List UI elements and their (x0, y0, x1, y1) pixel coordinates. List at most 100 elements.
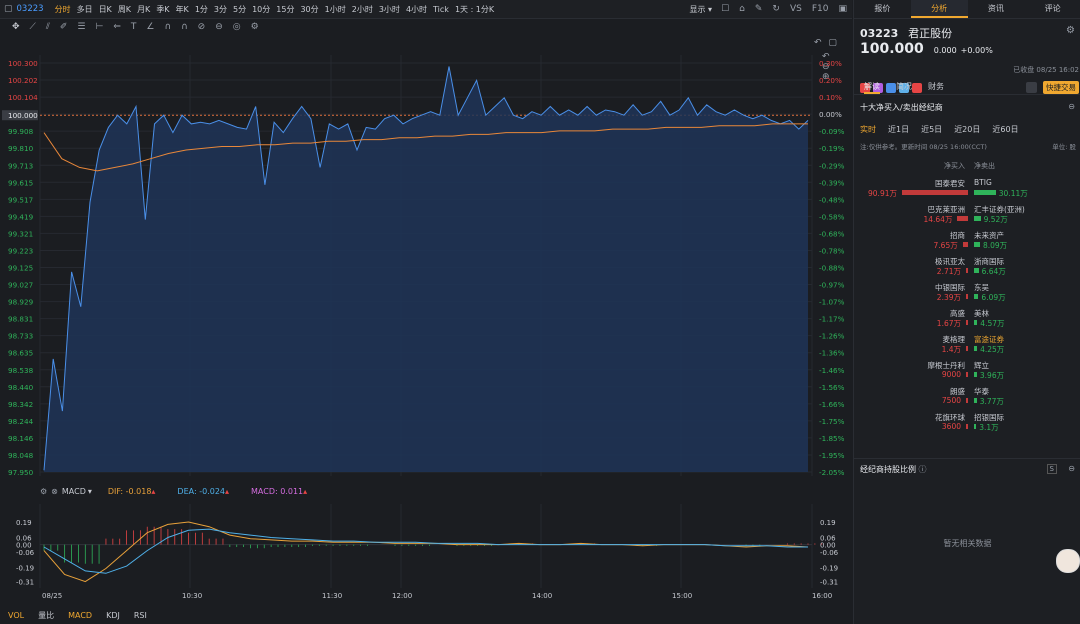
drawing-toolbar: ✥ ⟋ ⫽ ✐ ☰ ⊢ ⇐ T ∠ ∩ ∩ ⊘ ⊖ ◎ ⚙ (0, 18, 852, 36)
period-tab[interactable]: 1小时 (325, 4, 346, 15)
right-tab[interactable]: 评论 (1024, 0, 1080, 18)
buy-broker-name: 国泰君安 (935, 179, 965, 188)
intraday-chart[interactable]: 100.300 0.30% 100.202 0.20% 100.104 0.10% 100.… (0, 36, 852, 486)
indicator-tab-kdj[interactable]: KDJ (106, 611, 120, 620)
buy-bar (957, 216, 968, 221)
period-tab[interactable]: 月K (137, 4, 150, 15)
measure-tool-icon[interactable]: ⊢ (96, 22, 104, 32)
period-tab[interactable]: Tick (433, 5, 449, 14)
symbol-label[interactable]: 03223 (17, 4, 44, 14)
broker-period-tab[interactable]: 近5日 (921, 124, 942, 135)
period-tab[interactable]: 2小时 (352, 4, 373, 15)
pencil-tool-icon[interactable]: ✐ (60, 22, 68, 32)
hide-icon[interactable]: ⊘ (198, 22, 206, 32)
right-tab[interactable]: 分析 (910, 0, 968, 18)
pen-icon[interactable]: ✎ (755, 4, 763, 14)
indicator-tab-macd[interactable]: MACD (68, 611, 92, 620)
period-tab[interactable]: 15分 (276, 4, 294, 15)
vs-button[interactable]: VS (790, 4, 802, 14)
fib-tool-icon[interactable]: ☰ (77, 22, 85, 32)
macd-chart[interactable]: 0.19 0.190.06 0.060.00 0.00-0.06 -0.06-0.19-… (0, 500, 852, 606)
y-tick-label-right: -1.46% (819, 366, 845, 375)
y-tick-label-right: -0.09% (819, 127, 845, 136)
period-tab[interactable]: 3分 (214, 4, 227, 15)
y-tick-label-right: 0.00% (819, 110, 842, 119)
period-tab[interactable]: 5分 (233, 4, 246, 15)
magnet-strong-icon[interactable]: ∩ (181, 22, 188, 32)
note-row: 注:仅供参考。更新时间 08/25 16:00(CCT) 单位: 股 (860, 141, 1076, 151)
y-tick-label-right: -1.36% (819, 349, 845, 358)
period-tab[interactable]: 周K (118, 4, 131, 15)
right-tab[interactable]: 资讯 (968, 0, 1025, 18)
period-tab[interactable]: 分时 (55, 4, 71, 15)
broker-period-tab[interactable]: 近60日 (992, 124, 1018, 135)
indicator-tab-rsi[interactable]: RSI (134, 611, 147, 620)
broker-period-tab[interactable]: 实时 (860, 124, 876, 135)
y-tick-label-right: -0.48% (819, 195, 845, 204)
angle-tool-icon[interactable]: ∠ (146, 22, 154, 32)
sub-tab[interactable]: 简况 (896, 80, 912, 94)
indicator-name[interactable]: MACD (62, 487, 86, 496)
market-status: 已收盘 08/25 16:02 (1013, 66, 1079, 74)
s-icon[interactable]: S (1046, 464, 1057, 474)
gear-icon[interactable]: ⚙ (40, 487, 47, 496)
x-tick-label: 14:00 (532, 592, 552, 600)
section-title: 十大净买入/卖出经纪商 ⊖ (860, 102, 1075, 112)
macd-value: MACD: 0.011 (251, 487, 304, 496)
sell-value: 8.09万 (982, 241, 1008, 250)
buy-bar (902, 190, 968, 195)
display-dropdown[interactable]: 显示 ▾ (690, 4, 713, 15)
close-icon[interactable]: ⊗ (51, 487, 58, 496)
checkbox-icon[interactable]: ☐ (721, 4, 729, 14)
sell-value: 9.52万 (983, 215, 1008, 224)
collapse-icon[interactable]: ⊖ (1068, 464, 1075, 473)
eye-icon[interactable]: ◎ (233, 22, 241, 32)
lock-icon[interactable]: ⊖ (215, 22, 223, 32)
text-tool-icon[interactable]: T (131, 22, 137, 32)
indicator-tab-量比[interactable]: 量比 (38, 610, 54, 621)
settings-icon[interactable]: ⚙ (1066, 25, 1075, 36)
period-tab[interactable]: 4小时 (406, 4, 427, 15)
sub-tab[interactable]: 财务 (928, 80, 944, 94)
period-tab[interactable]: 日K (99, 4, 112, 15)
indicator-tabs: VOL 量比 MACD KDJ RSI (0, 606, 852, 624)
line-tool-icon[interactable]: ⟋ (30, 22, 36, 32)
broker-period-tab[interactable]: 近20日 (954, 124, 980, 135)
stock-name: 君正股份 (908, 27, 953, 40)
sub-tab[interactable]: 解读 (864, 80, 880, 94)
collapse-icon[interactable]: ⊖ (1068, 102, 1075, 111)
right-tab[interactable]: 报价 (854, 0, 911, 18)
period-tab[interactable]: 30分 (300, 4, 318, 15)
period-tab[interactable]: 季K (156, 4, 169, 15)
magnet-icon[interactable]: ∩ (164, 22, 171, 32)
move-icon[interactable]: ✥ (12, 22, 20, 32)
broker-row: 巴克莱亚洲 汇丰证券(亚洲) 14.64万 9.52万 (854, 204, 1080, 230)
indicator-dropdown-icon[interactable]: ▾ (88, 487, 92, 496)
camera-icon[interactable]: ⌂ (739, 4, 745, 14)
y-tick-label-left: 99.615 (8, 178, 33, 187)
layout-icon[interactable]: ▣ (838, 4, 847, 14)
y-tick-label-right: -1.17% (819, 315, 845, 324)
stock-code: 03223 (860, 27, 899, 40)
indicator-tab-vol[interactable]: VOL (8, 611, 24, 620)
macd-arrow-icon: ▴ (303, 487, 308, 496)
period-tab[interactable]: 3小时 (379, 4, 400, 15)
refresh-icon[interactable]: ↻ (772, 4, 780, 14)
period-tab[interactable]: 1天 : 1分K (455, 4, 494, 15)
y-tick-label-left: 99.125 (8, 264, 33, 273)
f10-button[interactable]: F10 (812, 4, 829, 14)
menu-icon[interactable]: ▢ (4, 4, 13, 14)
broker-period-tab[interactable]: 近1日 (888, 124, 909, 135)
period-tab[interactable]: 10分 (252, 4, 270, 15)
buy-bar (962, 242, 968, 247)
period-tab[interactable]: 1分 (195, 4, 208, 15)
period-tab[interactable]: 年K (176, 4, 189, 15)
channel-tool-icon[interactable]: ⫽ (46, 22, 50, 32)
y-tick-label-left: 100.300 (8, 59, 38, 68)
y-tick-label-left: 99.321 (8, 229, 33, 238)
info-icon[interactable]: ⓘ (919, 465, 927, 474)
avatar[interactable] (1056, 549, 1080, 573)
arrow-tool-icon[interactable]: ⇐ (113, 22, 121, 32)
period-tab[interactable]: 多日 (77, 4, 93, 15)
settings-icon[interactable]: ⚙ (251, 22, 259, 32)
